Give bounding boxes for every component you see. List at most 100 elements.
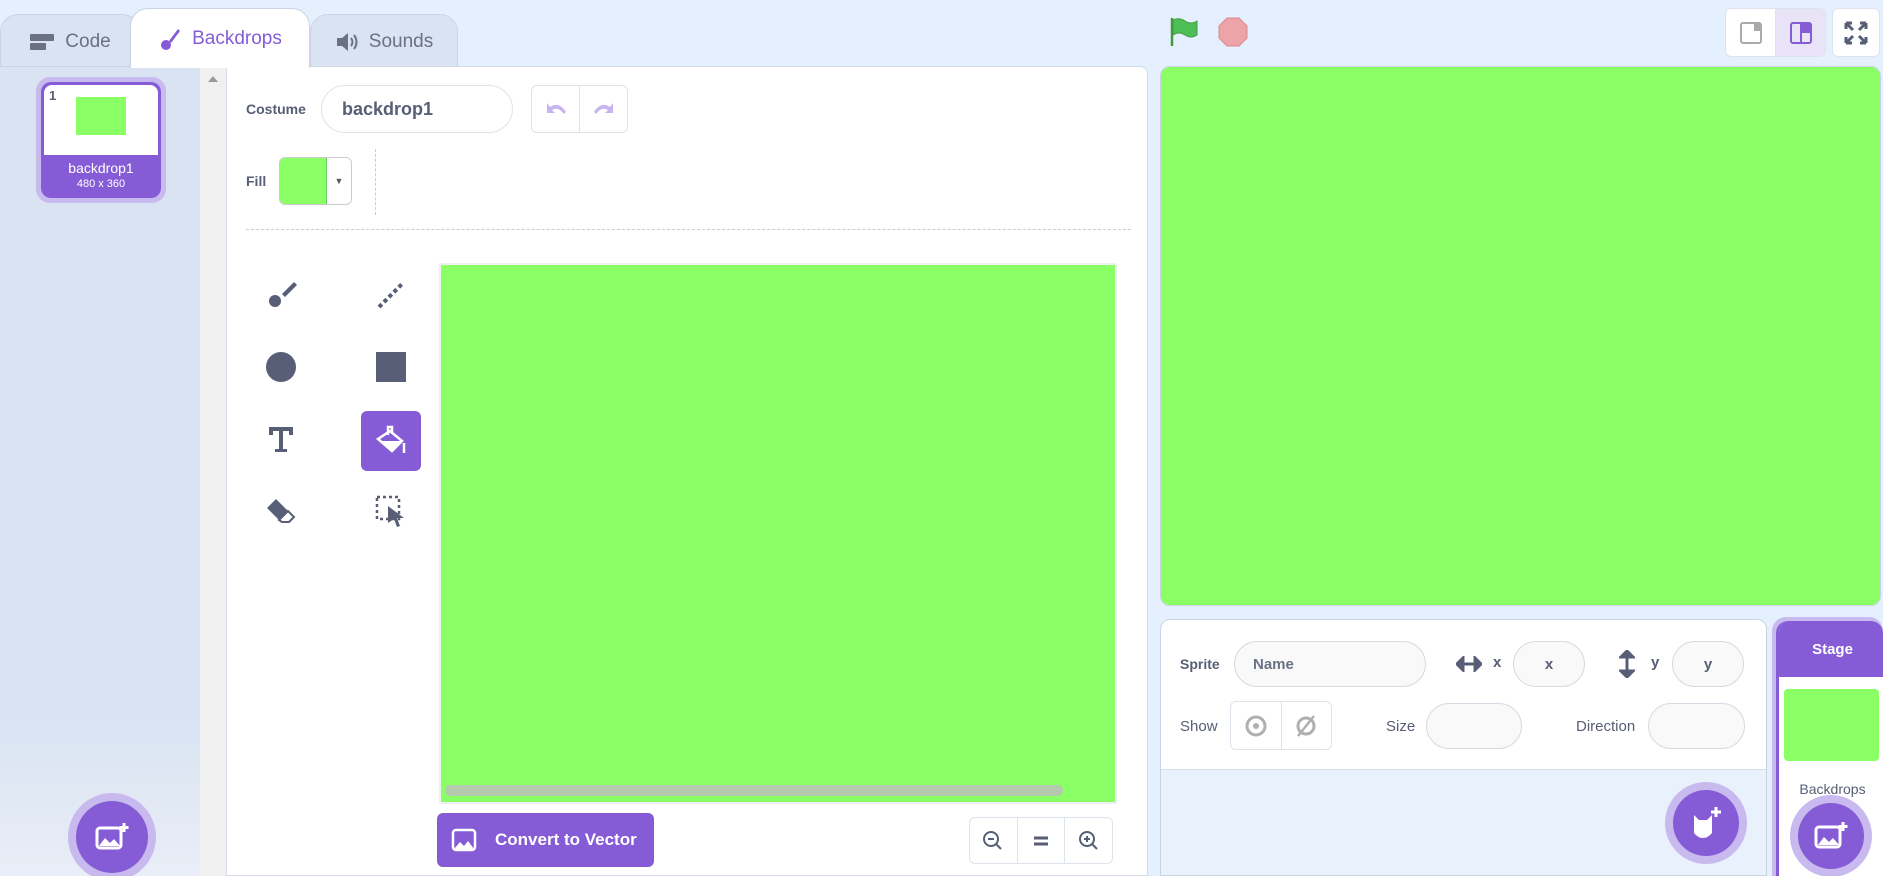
text-icon (269, 427, 293, 452)
stage-size-toggle (1725, 8, 1826, 57)
stop-button[interactable] (1217, 16, 1249, 53)
x-input[interactable]: x (1513, 641, 1585, 687)
small-stage-icon (1739, 21, 1762, 44)
sprite-pane: Sprite Name x x y y Show Size Direction (1160, 619, 1767, 876)
zoom-in-button[interactable] (1065, 818, 1112, 863)
add-backdrop-stage-button[interactable] (1798, 803, 1864, 869)
stage-canvas[interactable] (1160, 66, 1881, 606)
code-blocks-icon (30, 33, 55, 50)
costume-name: backdrop1 (68, 160, 134, 176)
large-stage-icon (1789, 21, 1812, 44)
image-icon (451, 828, 477, 852)
fill-tool[interactable] (361, 411, 421, 471)
costume-thumbnail (76, 97, 126, 135)
eye-slash-icon (1296, 714, 1316, 737)
rectangle-tool[interactable] (361, 337, 421, 397)
convert-label: Convert to Vector (495, 830, 637, 849)
fill-color-swatch (280, 158, 327, 204)
redo-icon (593, 103, 613, 114)
paint-editor: Costume backdrop1 Fill ▼ Convert to Vect… (226, 66, 1148, 876)
visibility-toggle (1230, 701, 1332, 750)
zoom-reset-button[interactable] (1018, 818, 1066, 863)
divider (375, 149, 376, 215)
tab-label: Backdrops (192, 27, 282, 49)
direction-input[interactable] (1648, 703, 1745, 749)
costume-item[interactable]: 1 backdrop1 480 x 360 (36, 77, 166, 203)
stage-thumbnail (1784, 689, 1879, 761)
canvas-horizontal-scrollbar[interactable] (445, 785, 1063, 796)
costume-name-input[interactable]: backdrop1 (321, 85, 513, 133)
tab-backdrops[interactable]: Backdrops (130, 8, 310, 68)
eraser-tool[interactable] (251, 481, 311, 541)
sprite-label: Sprite (1180, 656, 1220, 672)
large-stage-button[interactable] (1776, 9, 1825, 56)
size-input[interactable] (1426, 703, 1522, 749)
brush-tool[interactable] (251, 265, 311, 325)
x-placeholder: x (1544, 655, 1554, 673)
fill-color-picker[interactable]: ▼ (279, 157, 352, 205)
tab-sounds[interactable]: Sounds (310, 14, 458, 68)
zoom-in-icon (1078, 830, 1098, 850)
hide-button[interactable] (1282, 702, 1332, 749)
select-tool[interactable] (361, 481, 421, 541)
fullscreen-icon (1844, 21, 1868, 44)
stop-icon (1218, 17, 1248, 47)
fullscreen-button[interactable] (1832, 8, 1880, 57)
line-tool[interactable] (361, 265, 421, 325)
add-sprite-button[interactable] (1673, 790, 1739, 856)
small-stage-button[interactable] (1726, 9, 1776, 56)
x-label: x (1493, 654, 1502, 671)
select-icon (375, 495, 404, 527)
image-add-icon (1814, 822, 1848, 849)
speaker-icon (336, 32, 358, 51)
zoom-out-icon (983, 830, 1003, 850)
brush-icon (269, 282, 297, 307)
tab-label: Sounds (368, 30, 434, 52)
redo-button[interactable] (580, 86, 627, 132)
name-placeholder: Name (1253, 655, 1294, 673)
y-label: y (1651, 654, 1660, 671)
zoom-controls (969, 817, 1113, 864)
convert-to-vector-button[interactable]: Convert to Vector (437, 813, 654, 867)
size-label: Size (1386, 718, 1416, 735)
scroll-up-icon[interactable] (208, 76, 218, 82)
line-icon (377, 281, 405, 309)
undo-button[interactable] (532, 86, 580, 132)
stage-selector[interactable]: Stage Backdrops (1772, 617, 1883, 876)
backdrops-label: Backdrops (1799, 781, 1866, 797)
costume-name-value: backdrop1 (342, 98, 434, 119)
fill-label: Fill (246, 173, 267, 189)
show-button[interactable] (1231, 702, 1282, 749)
text-tool[interactable] (251, 409, 311, 469)
costume-index: 1 (49, 88, 57, 103)
circle-icon (266, 352, 296, 382)
green-flag-icon (1170, 18, 1198, 46)
sprite-name-input[interactable]: Name (1234, 641, 1426, 687)
green-flag-button[interactable] (1168, 16, 1200, 53)
tab-code[interactable]: Code (0, 14, 140, 68)
stage-title: Stage (1779, 621, 1883, 677)
add-backdrop-button[interactable] (76, 801, 148, 873)
dropdown-caret-icon: ▼ (334, 176, 344, 186)
costume-size: 480 x 360 (76, 178, 126, 190)
divider (246, 229, 1131, 230)
show-label: Show (1180, 718, 1218, 735)
rectangle-icon (376, 352, 406, 382)
y-placeholder: y (1703, 655, 1713, 673)
sprite-info: Sprite Name x x y y Show Size Direction (1161, 620, 1766, 770)
circle-tool[interactable] (251, 337, 311, 397)
y-input[interactable]: y (1672, 641, 1744, 687)
undo-redo-group (531, 85, 628, 133)
horizontal-arrows-icon (1456, 656, 1482, 672)
direction-label: Direction (1576, 718, 1636, 735)
vertical-arrows-icon (1619, 650, 1635, 678)
tab-label: Code (65, 30, 111, 52)
costume-list: 1 backdrop1 480 x 360 (0, 66, 200, 876)
eraser-icon (267, 499, 296, 523)
eye-icon (1245, 715, 1267, 736)
zoom-out-button[interactable] (970, 818, 1018, 863)
cat-add-icon (1694, 807, 1721, 838)
paint-canvas[interactable] (439, 263, 1117, 804)
paint-bucket-icon (375, 425, 406, 453)
costume-list-scrollbar[interactable] (200, 66, 226, 876)
